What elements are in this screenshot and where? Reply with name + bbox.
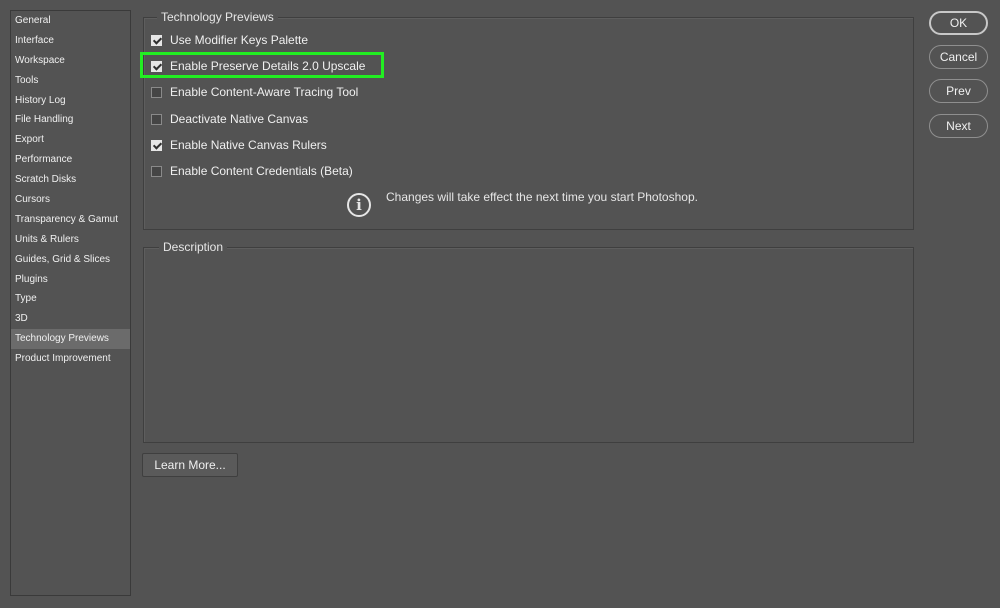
sidebar-item-3d[interactable]: 3D xyxy=(11,309,130,329)
highlight-box xyxy=(140,52,384,78)
option-label: Deactivate Native Canvas xyxy=(170,112,309,126)
sidebar-item-file-handling[interactable]: File Handling xyxy=(11,110,130,130)
sidebar-item-interface[interactable]: Interface xyxy=(11,31,130,51)
checkbox-unchecked[interactable] xyxy=(151,165,162,177)
option-label: Enable Content-Aware Tracing Tool xyxy=(170,85,359,99)
sidebar-item-scratch-disks[interactable]: Scratch Disks xyxy=(11,170,130,190)
option-enable-content-aware-tracing-tool[interactable]: Enable Content-Aware Tracing Tool xyxy=(151,83,358,101)
description-title: Description xyxy=(159,240,228,254)
next-button[interactable]: Next xyxy=(929,114,988,138)
option-label: Use Modifier Keys Palette xyxy=(170,33,309,47)
prev-button[interactable]: Prev xyxy=(929,79,988,103)
sidebar-item-units-rulers[interactable]: Units & Rulers xyxy=(11,230,130,250)
checkbox-unchecked[interactable] xyxy=(151,113,162,125)
option-deactivate-native-canvas[interactable]: Deactivate Native Canvas xyxy=(151,110,308,128)
learn-more-button[interactable]: Learn More... xyxy=(142,453,238,477)
sidebar-item-product-improvement[interactable]: Product Improvement xyxy=(11,349,130,369)
technology-previews-title: Technology Previews xyxy=(157,10,278,24)
sidebar-item-technology-previews[interactable]: Technology Previews xyxy=(11,329,130,350)
sidebar-item-guides-grid-slices[interactable]: Guides, Grid & Slices xyxy=(11,250,130,270)
restart-note: Changes will take effect the next time y… xyxy=(386,190,698,204)
sidebar-item-type[interactable]: Type xyxy=(11,289,130,309)
sidebar-list: General Interface Workspace Tools Histor… xyxy=(11,11,130,369)
preferences-sidebar: General Interface Workspace Tools Histor… xyxy=(10,10,131,596)
description-group xyxy=(143,247,914,443)
sidebar-item-general[interactable]: General xyxy=(11,11,130,31)
preferences-dialog: General Interface Workspace Tools Histor… xyxy=(0,0,1000,608)
option-label: Enable Native Canvas Rulers xyxy=(170,138,327,152)
option-label: Enable Content Credentials (Beta) xyxy=(170,164,353,178)
sidebar-item-tools[interactable]: Tools xyxy=(11,71,130,91)
sidebar-item-cursors[interactable]: Cursors xyxy=(11,190,130,210)
cancel-button[interactable]: Cancel xyxy=(929,45,988,69)
checkbox-unchecked[interactable] xyxy=(151,86,162,98)
checkbox-checked[interactable] xyxy=(151,139,162,151)
checkbox-checked[interactable] xyxy=(151,34,162,46)
sidebar-item-history-log[interactable]: History Log xyxy=(11,91,130,111)
option-enable-content-credentials-beta[interactable]: Enable Content Credentials (Beta) xyxy=(151,162,353,180)
option-use-modifier-keys-palette[interactable]: Use Modifier Keys Palette xyxy=(151,31,308,49)
sidebar-item-export[interactable]: Export xyxy=(11,130,130,150)
ok-button[interactable]: OK xyxy=(929,11,988,35)
sidebar-item-transparency-gamut[interactable]: Transparency & Gamut xyxy=(11,210,130,230)
info-icon: i xyxy=(347,193,371,217)
sidebar-item-workspace[interactable]: Workspace xyxy=(11,51,130,71)
sidebar-item-plugins[interactable]: Plugins xyxy=(11,270,130,290)
option-enable-native-canvas-rulers[interactable]: Enable Native Canvas Rulers xyxy=(151,136,327,154)
sidebar-item-performance[interactable]: Performance xyxy=(11,150,130,170)
